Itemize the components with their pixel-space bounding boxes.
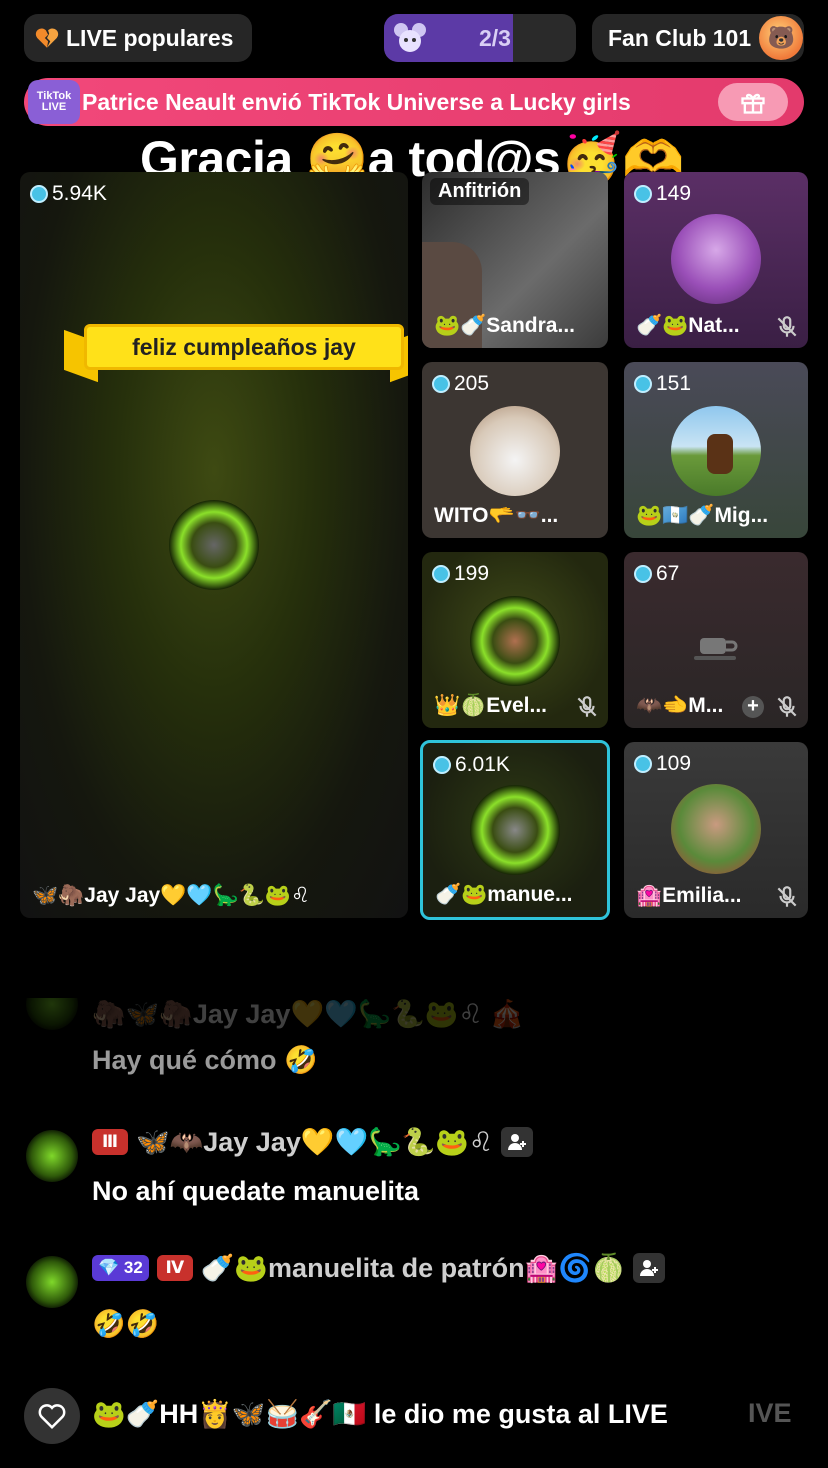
guest-name: 🏩Emilia...: [636, 884, 742, 907]
fan-club-button[interactable]: Fan Club 101 🐻: [592, 14, 804, 62]
coin-icon: [634, 375, 652, 393]
coin-icon: [433, 756, 451, 774]
guest-name: 🦋🦣Jay Jay💛🩵🦕🐍🐸♌: [32, 884, 310, 907]
coin-icon: [432, 375, 450, 393]
mic-muted-icon: [777, 696, 797, 717]
level-badge: Ⅲ: [92, 1129, 128, 1155]
guest-tile-selected[interactable]: 6.01K 🍼🐸manue...: [420, 740, 610, 920]
like-button[interactable]: [24, 1388, 80, 1444]
coin-count: 199: [432, 562, 489, 586]
mouse-head-icon: [394, 23, 426, 52]
like-notification: 🐸🍼HH👸🦋🥁🎸🇲🇽 le dio me gusta al LIVE: [92, 1399, 668, 1429]
coin-icon: [634, 755, 652, 773]
host-tile[interactable]: Anfitrión 🐸🍼Sandra...: [422, 172, 608, 348]
like-notification-ghost: IVE: [748, 1398, 792, 1428]
add-icon[interactable]: +: [742, 696, 764, 718]
coin-count: 205: [432, 372, 489, 396]
guest-tile[interactable]: 67 🦇🫲M... +: [624, 552, 808, 728]
guest-name: 🍼🐸manue...: [435, 883, 573, 906]
host-label: Anfitrión: [430, 178, 530, 205]
mic-muted-icon: [777, 316, 797, 337]
chat-message-faded: 🦣🦋🦣Jay Jay💛🩵🦕🐍🐸♌ 🎪: [0, 998, 828, 1030]
guest-tile[interactable]: 109 🏩Emilia...: [624, 742, 808, 918]
avatar[interactable]: [470, 596, 560, 686]
avatar[interactable]: [470, 406, 560, 496]
coffee-cup-icon: [694, 638, 738, 660]
guest-tile-main[interactable]: 5.94K feliz cumpleaños jay 🦋🦣Jay Jay💛🩵🦕🐍…: [20, 172, 408, 918]
avatar[interactable]: [169, 500, 259, 590]
level-badge: Ⅳ: [156, 1255, 193, 1281]
coin-count: 109: [634, 752, 691, 776]
ribbon-text: feliz cumpleaños jay: [132, 333, 356, 360]
heart-outline-icon: [38, 1404, 66, 1430]
gift-announcement-banner[interactable]: TikTok LIVE Patrice Neault envió TikTok …: [24, 78, 804, 126]
coin-count: 5.94K: [30, 182, 107, 206]
banner-text: Patrice Neault envió TikTok Universe a L…: [82, 88, 631, 115]
avatar[interactable]: [26, 1130, 78, 1182]
fan-club-label: Fan Club 101: [608, 24, 752, 51]
avatar[interactable]: [671, 406, 761, 496]
fan-club-badge-icon: 🐻: [759, 16, 804, 60]
chat-username[interactable]: 🍼🐸manuelita de patrón🏩🌀🍈: [201, 1252, 626, 1284]
guest-tile[interactable]: 199 👑🍈Evel...: [422, 552, 608, 728]
guest-name: 🐸🇬🇹🍼Mig...: [636, 504, 769, 527]
gift-icon: [741, 93, 765, 114]
gift-level-badge: 💎 32: [92, 1255, 149, 1281]
coin-icon: [634, 565, 652, 583]
chat-username: 🦣🦋🦣Jay Jay💛🩵🦕🐍🐸♌ 🎪: [92, 999, 524, 1029]
coin-count: 149: [634, 182, 691, 206]
coin-count: 6.01K: [433, 753, 510, 777]
coin-count: 151: [634, 372, 691, 396]
coin-icon: [634, 185, 652, 203]
broken-heart-icon: [35, 28, 59, 48]
page-number: 2/3: [479, 25, 511, 51]
avatar: [26, 998, 78, 1030]
mic-muted-icon: [577, 696, 597, 717]
chat-username[interactable]: 🦋🦇Jay Jay💛🩵🦕🐍🐸♌: [136, 1126, 493, 1158]
chat-text: No ahí quedate manuelita: [92, 1176, 420, 1206]
coin-icon: [432, 565, 450, 583]
guest-name: 👑🍈Evel...: [434, 694, 547, 717]
follow-user-icon[interactable]: [633, 1253, 666, 1283]
tiktok-live-logo: TikTok LIVE: [28, 80, 80, 124]
guest-tile[interactable]: 205 WITO🫳👓...: [422, 362, 608, 538]
guest-tile[interactable]: 151 🐸🇬🇹🍼Mig...: [624, 362, 808, 538]
chat-text: Hay qué cómo 🤣: [92, 1045, 318, 1075]
coin-count: 67: [634, 562, 679, 586]
guest-tile[interactable]: 149 🍼🐸Nat...: [624, 172, 808, 348]
follow-user-icon[interactable]: [501, 1127, 534, 1157]
mic-muted-icon: [777, 886, 797, 907]
guest-name: 🍼🐸Nat...: [636, 314, 740, 337]
avatar[interactable]: [671, 784, 761, 874]
avatar[interactable]: [671, 214, 761, 304]
guest-name: 🐸🍼Sandra...: [434, 314, 575, 337]
avatar[interactable]: [470, 785, 560, 875]
live-popular-label: LIVE populares: [66, 24, 234, 51]
page-indicator[interactable]: 2/3: [384, 14, 576, 62]
coin-icon: [30, 185, 48, 203]
gift-button[interactable]: [718, 83, 788, 121]
avatar[interactable]: [26, 1256, 78, 1308]
guest-name: 🦇🫲M...: [636, 694, 724, 717]
live-popular-button[interactable]: LIVE populares: [24, 14, 252, 62]
birthday-ribbon: feliz cumpleaños jay: [64, 310, 408, 383]
chat-text: 🤣🤣: [92, 1309, 160, 1339]
guest-name: WITO🫳👓...: [434, 504, 559, 527]
